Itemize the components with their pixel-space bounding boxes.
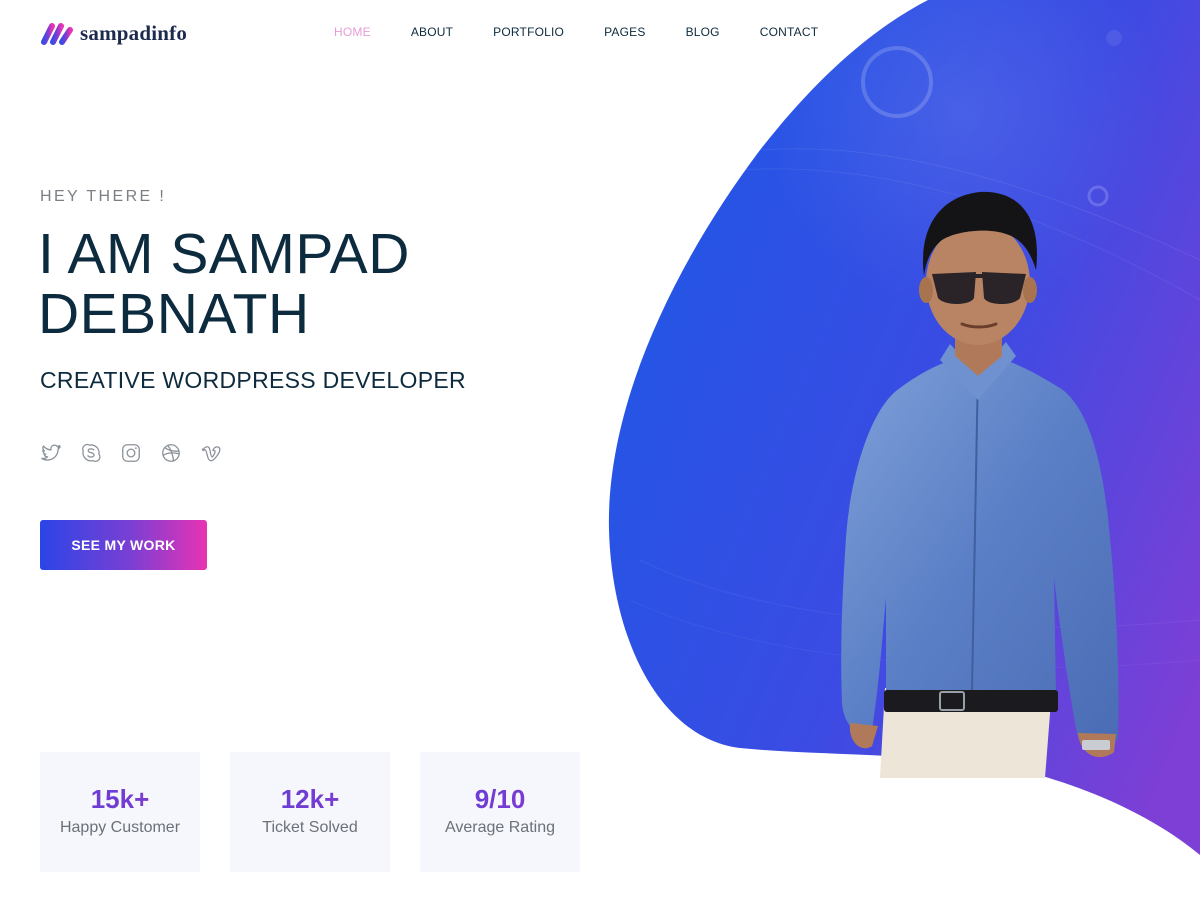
social-links bbox=[40, 442, 222, 464]
page: sampadinfo HOME ABOUT PORTFOLIO PAGES BL… bbox=[0, 0, 1200, 900]
vimeo-icon[interactable] bbox=[200, 442, 222, 464]
hero-eyebrow: HEY THERE ! bbox=[40, 188, 167, 205]
twitter-icon[interactable] bbox=[40, 442, 62, 464]
stat-value: 12k+ bbox=[230, 783, 390, 815]
see-my-work-button[interactable]: SEE MY WORK bbox=[40, 520, 207, 570]
stat-label: Average Rating bbox=[445, 819, 555, 836]
nav-item-contact[interactable]: CONTACT bbox=[760, 25, 819, 39]
stats-row: 15k+ Happy Customer 12k+ Ticket Solved 9… bbox=[40, 752, 580, 872]
hero-subtitle: CREATIVE WORDPRESS DEVELOPER bbox=[40, 367, 466, 393]
logo-mark-icon bbox=[41, 23, 73, 45]
brand-logo[interactable]: sampadinfo bbox=[40, 20, 187, 46]
stat-value: 15k+ bbox=[40, 783, 200, 815]
stat-card: 15k+ Happy Customer bbox=[40, 752, 200, 872]
brand-name: sampadinfo bbox=[80, 20, 188, 45]
main-nav: HOME ABOUT PORTFOLIO PAGES BLOG CONTACT bbox=[334, 25, 858, 39]
skype-icon[interactable] bbox=[80, 442, 102, 464]
stat-label: Ticket Solved bbox=[262, 819, 358, 836]
nav-item-home[interactable]: HOME bbox=[334, 25, 371, 39]
site-header: sampadinfo HOME ABOUT PORTFOLIO PAGES BL… bbox=[0, 0, 1200, 66]
instagram-icon[interactable] bbox=[120, 442, 142, 464]
profile-photo bbox=[841, 191, 1119, 778]
nav-item-blog[interactable]: BLOG bbox=[686, 25, 720, 39]
nav-item-portfolio[interactable]: PORTFOLIO bbox=[493, 25, 564, 39]
stat-value: 9/10 bbox=[420, 783, 580, 815]
stat-card: 9/10 Average Rating bbox=[420, 752, 580, 872]
nav-item-pages[interactable]: PAGES bbox=[604, 25, 645, 39]
stat-card: 12k+ Ticket Solved bbox=[230, 752, 390, 872]
nav-item-about[interactable]: ABOUT bbox=[411, 25, 453, 39]
dribbble-icon[interactable] bbox=[160, 442, 182, 464]
hero-title: I AM SAMPAD DEBNATH bbox=[38, 222, 410, 346]
stat-label: Happy Customer bbox=[59, 819, 181, 836]
